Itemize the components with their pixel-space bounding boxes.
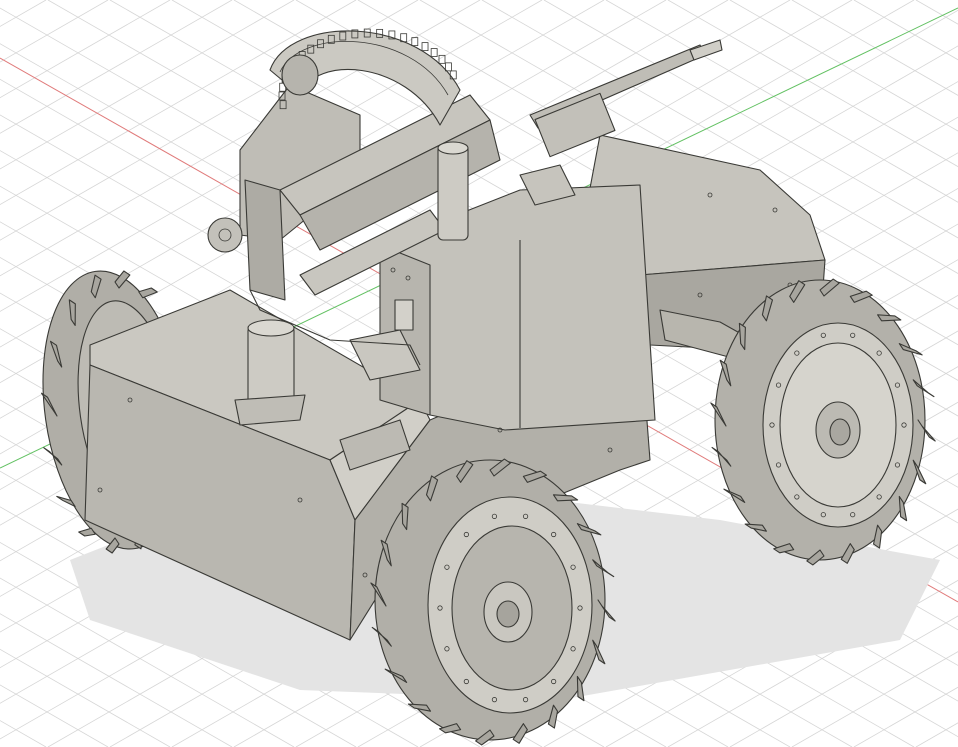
grid-line (0, 720, 47, 747)
tread-lug (138, 287, 158, 299)
cad-viewport[interactable] (0, 0, 958, 747)
gear-tooth (430, 48, 438, 57)
camera-mount[interactable] (207, 217, 243, 253)
grid-line (0, 0, 47, 27)
tread-lug (877, 314, 902, 322)
gear-tooth (445, 62, 452, 72)
model-canvas[interactable] (0, 0, 958, 747)
front-left-wheel[interactable] (370, 458, 616, 746)
gear-tooth (421, 42, 429, 52)
tread-lug (552, 494, 579, 502)
grid-line (915, 722, 958, 747)
grid-line (915, 0, 958, 25)
rear-right-wheel[interactable] (710, 278, 936, 566)
